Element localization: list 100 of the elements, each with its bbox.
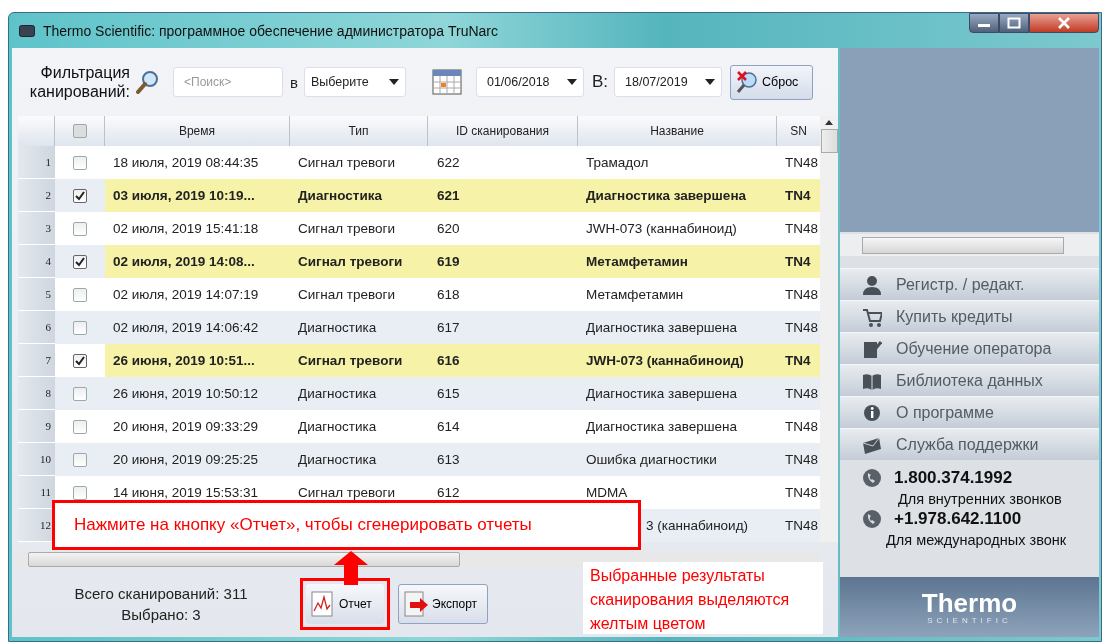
- row-checkbox[interactable]: [73, 188, 87, 203]
- table-cell-text: TN48: [784, 286, 819, 304]
- row-checkbox[interactable]: [73, 452, 87, 467]
- table-cell-text: 618: [436, 286, 461, 304]
- minimize-button[interactable]: [969, 13, 999, 33]
- table-row[interactable]: 1 18 июля, 2019 08:44:35 Сигнал тревоги 622 Трамадол TN48: [18, 146, 820, 179]
- phone-number: 1.800.374.1992: [894, 468, 1013, 488]
- table-cell: Метамфетамин: [578, 245, 777, 278]
- row-checkbox[interactable]: [73, 485, 87, 500]
- vertical-scrollbar[interactable]: [820, 116, 838, 542]
- reset-button[interactable]: Сброс: [730, 64, 814, 100]
- export-button[interactable]: Экспорт: [398, 584, 488, 624]
- table-cell-text: MDMA: [585, 484, 629, 502]
- table-cell-text: TN48: [784, 154, 819, 172]
- maximize-button[interactable]: [999, 13, 1029, 33]
- menu-item[interactable]: Библиотека данных: [840, 364, 1099, 396]
- table-row[interactable]: 6 02 июля, 2019 14:06:42 Диагностика 617 Диагностика завершена TN48: [18, 311, 820, 344]
- table-cell-text: 02 июля, 2019 15:41:18: [112, 220, 260, 238]
- menu-item[interactable]: О программе: [840, 396, 1099, 428]
- report-button[interactable]: Отчет: [306, 584, 384, 624]
- table-cell-text: 622: [436, 154, 461, 172]
- note-box: Выбранные результаты сканирования выделяются желтым цветом: [583, 562, 823, 634]
- table-cell: TN4: [777, 344, 820, 377]
- table-cell-text: 20 июня, 2019 09:25:25: [112, 451, 260, 469]
- close-icon: [1057, 17, 1071, 29]
- table-row[interactable]: 3 02 июля, 2019 15:41:18 Сигнал тревоги 620 JWH-073 (каннабиноид) TN48: [18, 212, 820, 245]
- row-number: 6: [18, 311, 55, 344]
- table-row[interactable]: 2 03 июля, 2019 10:19... Диагностика 621 Диагностика завершена TN4: [18, 179, 820, 212]
- table-cell: TN4: [777, 179, 820, 212]
- table-row[interactable]: 10 20 июня, 2019 09:25:25 Диагностика 613 Ошибка диагностики TN48: [18, 443, 820, 476]
- table-cell-text: 14 июня, 2019 15:53:31: [112, 484, 260, 502]
- start-date-field[interactable]: 01/06/2018: [475, 67, 584, 97]
- caret-icon: [566, 79, 577, 85]
- field-dropdown[interactable]: Выберите: [303, 67, 406, 97]
- scroll-thumb[interactable]: [820, 129, 838, 153]
- table-row[interactable]: 5 02 июля, 2019 14:07:19 Сигнал тревоги 618 Метамфетамин TN48: [18, 278, 820, 311]
- table-cell-text: JWH-073 (каннабиноид): [585, 220, 738, 238]
- notebook-icon: [862, 338, 882, 359]
- table-cell-text: 18 июля, 2019 08:44:35: [112, 154, 260, 172]
- table-cell-text: Сигнал тревоги: [297, 154, 396, 172]
- phone-number: +1.978.642.1100: [894, 509, 1022, 529]
- table-cell-text: 612: [436, 484, 461, 502]
- phone-icon: [862, 468, 882, 488]
- table-cell-text: Диагностика: [297, 418, 378, 436]
- scroll-up-icon[interactable]: [825, 120, 833, 125]
- row-checkbox[interactable]: [73, 221, 87, 236]
- caret-icon: [705, 79, 716, 85]
- select-all-checkbox[interactable]: [72, 124, 87, 138]
- table-cell-text: Диагностика: [297, 451, 378, 469]
- end-date-field[interactable]: 18/07/2019: [614, 67, 723, 97]
- row-checkbox[interactable]: [73, 320, 87, 335]
- filter-label: Фильтрация канирований:: [28, 63, 130, 101]
- in-label: в: [290, 73, 298, 91]
- search-field[interactable]: <Поиск>: [173, 67, 283, 97]
- row-number: 10: [18, 443, 55, 476]
- row-checkbox[interactable]: [73, 353, 87, 368]
- close-button[interactable]: [1029, 13, 1099, 33]
- menu-item[interactable]: Обучение оператора: [840, 332, 1099, 364]
- calendar-icon: [431, 69, 462, 95]
- logo: Thermo SCIENTIFIC: [840, 577, 1099, 637]
- table-cell-text: TN48: [784, 451, 819, 469]
- row-checkbox[interactable]: [73, 287, 87, 302]
- horizontal-scrollbar[interactable]: [18, 551, 820, 567]
- table-cell-text: Диагностика завершена: [585, 418, 739, 436]
- to-label: В:: [591, 72, 609, 92]
- table-cell-text: 614: [436, 418, 461, 436]
- row-number: 5: [18, 278, 55, 311]
- table-cell: 03 июля, 2019 10:19...: [105, 179, 290, 212]
- app-icon: [19, 24, 35, 37]
- table-cell-text: TN48: [784, 319, 819, 337]
- menu-item[interactable]: Купить кредиты: [840, 300, 1099, 332]
- row-checkbox[interactable]: [73, 155, 87, 170]
- search-icon: [136, 70, 160, 94]
- table-cell: 619: [428, 245, 578, 278]
- table-cell-text: 20 июня, 2019 09:33:29: [112, 418, 260, 436]
- table-cell-text: 26 июня, 2019 10:50:12: [112, 385, 260, 403]
- row-checkbox[interactable]: [73, 386, 87, 401]
- table-cell: 26 июня, 2019 10:51...: [105, 344, 290, 377]
- table-cell-text: 615: [436, 385, 461, 403]
- row-number: 8: [18, 377, 55, 410]
- person-icon: [862, 274, 882, 295]
- row-checkbox[interactable]: [73, 254, 87, 269]
- table-cell-text: Трамадол: [585, 154, 650, 172]
- menu-item[interactable]: Служба поддержки: [840, 428, 1099, 460]
- table-cell-text: 02 июля, 2019 14:06:42: [112, 319, 260, 337]
- table-cell-text: Диагностика завершена: [585, 319, 739, 337]
- row-number: 3: [18, 212, 55, 245]
- table-row[interactable]: 4 02 июля, 2019 14:08... Сигнал тревоги 619 Метамфетамин TN4: [18, 245, 820, 278]
- row-number: 1: [18, 146, 55, 179]
- table-row[interactable]: 7 26 июня, 2019 10:51... Сигнал тревоги 616 JWH-073 (каннабиноид) TN4: [18, 344, 820, 377]
- table-cell: Диагностика: [290, 179, 428, 212]
- menu-item[interactable]: Регистр. / редакт.: [840, 268, 1099, 300]
- row-number: 4: [18, 245, 55, 278]
- horizontal-scrollbar[interactable]: [840, 234, 1099, 256]
- column-header[interactable]: SN: [777, 116, 820, 146]
- row-number: 9: [18, 410, 55, 443]
- table-row[interactable]: 8 26 июня, 2019 10:50:12 Диагностика 615 Диагностика завершена TN48: [18, 377, 820, 410]
- callout-tooltip: Нажмите на кнопку «Отчет», чтобы сгенерировать отчеты: [52, 500, 641, 550]
- table-row[interactable]: 9 20 июня, 2019 09:33:29 Диагностика 614 Диагностика завершена TN48: [18, 410, 820, 443]
- row-checkbox[interactable]: [73, 419, 87, 434]
